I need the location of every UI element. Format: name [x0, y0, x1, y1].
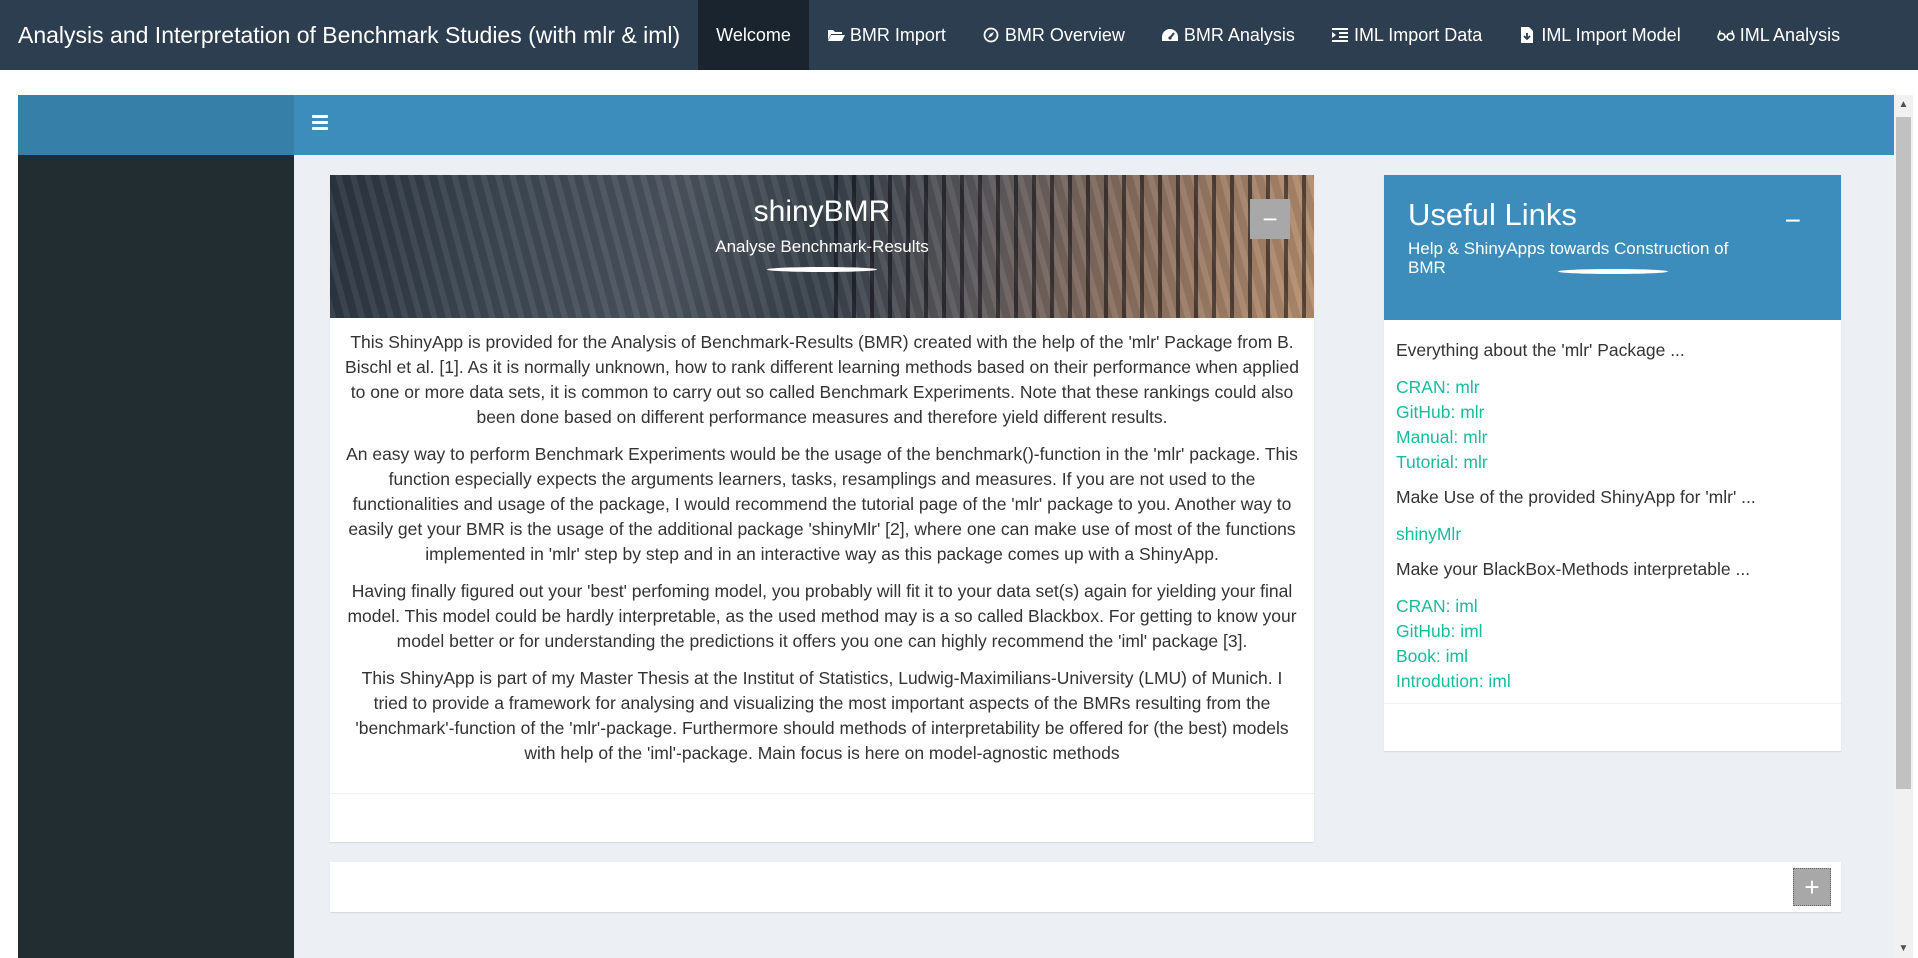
- box-footer: [1384, 703, 1841, 751]
- sidebar: [18, 95, 294, 958]
- scroll-up-arrow-icon[interactable]: ▲: [1894, 95, 1913, 114]
- links-box-header: Useful Links Help & ShinyApps towards Co…: [1384, 175, 1841, 320]
- nav-tabs: Welcome BMR Import BMR Overview BMR Anal…: [698, 0, 1858, 70]
- dashboard-header: [294, 95, 1894, 155]
- sidebar-toggle-icon[interactable]: [312, 115, 328, 131]
- intro-paragraph: This ShinyApp is provided for the Analys…: [345, 332, 1299, 427]
- tab-iml-import-data[interactable]: IML Import Data: [1313, 0, 1500, 70]
- link-group-label: Make your BlackBox-Methods interpretable…: [1396, 559, 1751, 579]
- intro-paragraph: This ShinyApp is part of my Master Thesi…: [355, 668, 1289, 763]
- link-group-mlr: CRAN: mlr GitHub: mlr Manual: mlr Tutori…: [1396, 375, 1829, 475]
- link-book-iml[interactable]: Book: iml: [1396, 644, 1829, 669]
- title-underline: [1558, 269, 1668, 274]
- scrollbar[interactable]: ▲ ▼: [1894, 95, 1913, 958]
- widget-subtitle: Analyse Benchmark-Results: [715, 237, 929, 256]
- dashboard-gauge-icon: [1161, 27, 1179, 43]
- scroll-down-arrow-icon[interactable]: ▼: [1894, 939, 1913, 958]
- link-cran-iml[interactable]: CRAN: iml: [1396, 594, 1829, 619]
- links-title: Useful Links: [1408, 197, 1577, 232]
- scroll-thumb[interactable]: [1896, 117, 1911, 789]
- compass-icon: [982, 27, 1000, 43]
- widget-title: shinyBMR: [753, 195, 891, 228]
- indent-list-icon: [1331, 27, 1349, 43]
- tab-label: IML Analysis: [1739, 24, 1841, 45]
- intro-paragraph: An easy way to perform Benchmark Experim…: [346, 444, 1298, 564]
- glasses-icon: [1716, 27, 1735, 43]
- file-import-icon: [1518, 27, 1536, 43]
- dashboard-frame: shinyBMR Analyse Benchmark-Results − Thi…: [18, 95, 1913, 958]
- tab-bmr-analysis[interactable]: BMR Analysis: [1143, 0, 1313, 70]
- app-title[interactable]: Analysis and Interpretation of Benchmark…: [0, 0, 698, 70]
- link-tutorial-mlr[interactable]: Tutorial: mlr: [1396, 450, 1829, 475]
- link-github-mlr[interactable]: GitHub: mlr: [1396, 400, 1829, 425]
- folder-open-icon: [827, 27, 845, 43]
- tab-welcome[interactable]: Welcome: [698, 0, 809, 70]
- top-navbar: Analysis and Interpretation of Benchmark…: [0, 0, 1918, 70]
- title-underline: [767, 267, 877, 272]
- tab-iml-import-model[interactable]: IML Import Model: [1500, 0, 1698, 70]
- intro-paragraph: Having finally figured out your 'best' p…: [347, 581, 1297, 651]
- useful-links-box: Useful Links Help & ShinyApps towards Co…: [1384, 175, 1841, 751]
- content-area: shinyBMR Analyse Benchmark-Results − Thi…: [294, 155, 1894, 958]
- tab-label: Welcome: [716, 24, 791, 45]
- widget-header-image: shinyBMR Analyse Benchmark-Results −: [330, 175, 1314, 318]
- welcome-box: shinyBMR Analyse Benchmark-Results − Thi…: [330, 175, 1314, 842]
- box-footer: [330, 793, 1314, 842]
- sidebar-logo-bar: [18, 95, 294, 155]
- link-shinymlr[interactable]: shinyMlr: [1396, 522, 1829, 547]
- tab-bmr-overview[interactable]: BMR Overview: [964, 0, 1143, 70]
- link-github-iml[interactable]: GitHub: iml: [1396, 619, 1829, 644]
- tab-label: BMR Overview: [1004, 24, 1125, 45]
- links-body: Everything about the 'mlr' Package ... C…: [1384, 320, 1841, 694]
- link-group-iml: CRAN: iml GitHub: iml Book: iml Introdut…: [1396, 594, 1829, 694]
- intro-text: This ShinyApp is provided for the Analys…: [330, 318, 1314, 766]
- link-group-label: Make Use of the provided ShinyApp for 'm…: [1396, 487, 1756, 507]
- link-manual-mlr[interactable]: Manual: mlr: [1396, 425, 1829, 450]
- tab-label: BMR Analysis: [1183, 24, 1295, 45]
- tab-label: BMR Import: [849, 24, 946, 45]
- tab-label: IML Import Data: [1353, 24, 1483, 45]
- link-cran-mlr[interactable]: CRAN: mlr: [1396, 375, 1829, 400]
- expand-button[interactable]: +: [1793, 868, 1831, 906]
- links-collapse-button[interactable]: −: [1785, 205, 1801, 237]
- link-introduction-iml[interactable]: Introdution: iml: [1396, 669, 1829, 694]
- tab-label: IML Import Model: [1541, 24, 1681, 45]
- link-group-shinymlr: shinyMlr: [1396, 522, 1829, 547]
- tab-bmr-import[interactable]: BMR Import: [809, 0, 964, 70]
- tab-iml-analysis[interactable]: IML Analysis: [1699, 0, 1858, 70]
- collapse-button[interactable]: −: [1250, 199, 1290, 239]
- collapsed-box: +: [330, 862, 1841, 912]
- link-group-label: Everything about the 'mlr' Package ...: [1396, 340, 1685, 360]
